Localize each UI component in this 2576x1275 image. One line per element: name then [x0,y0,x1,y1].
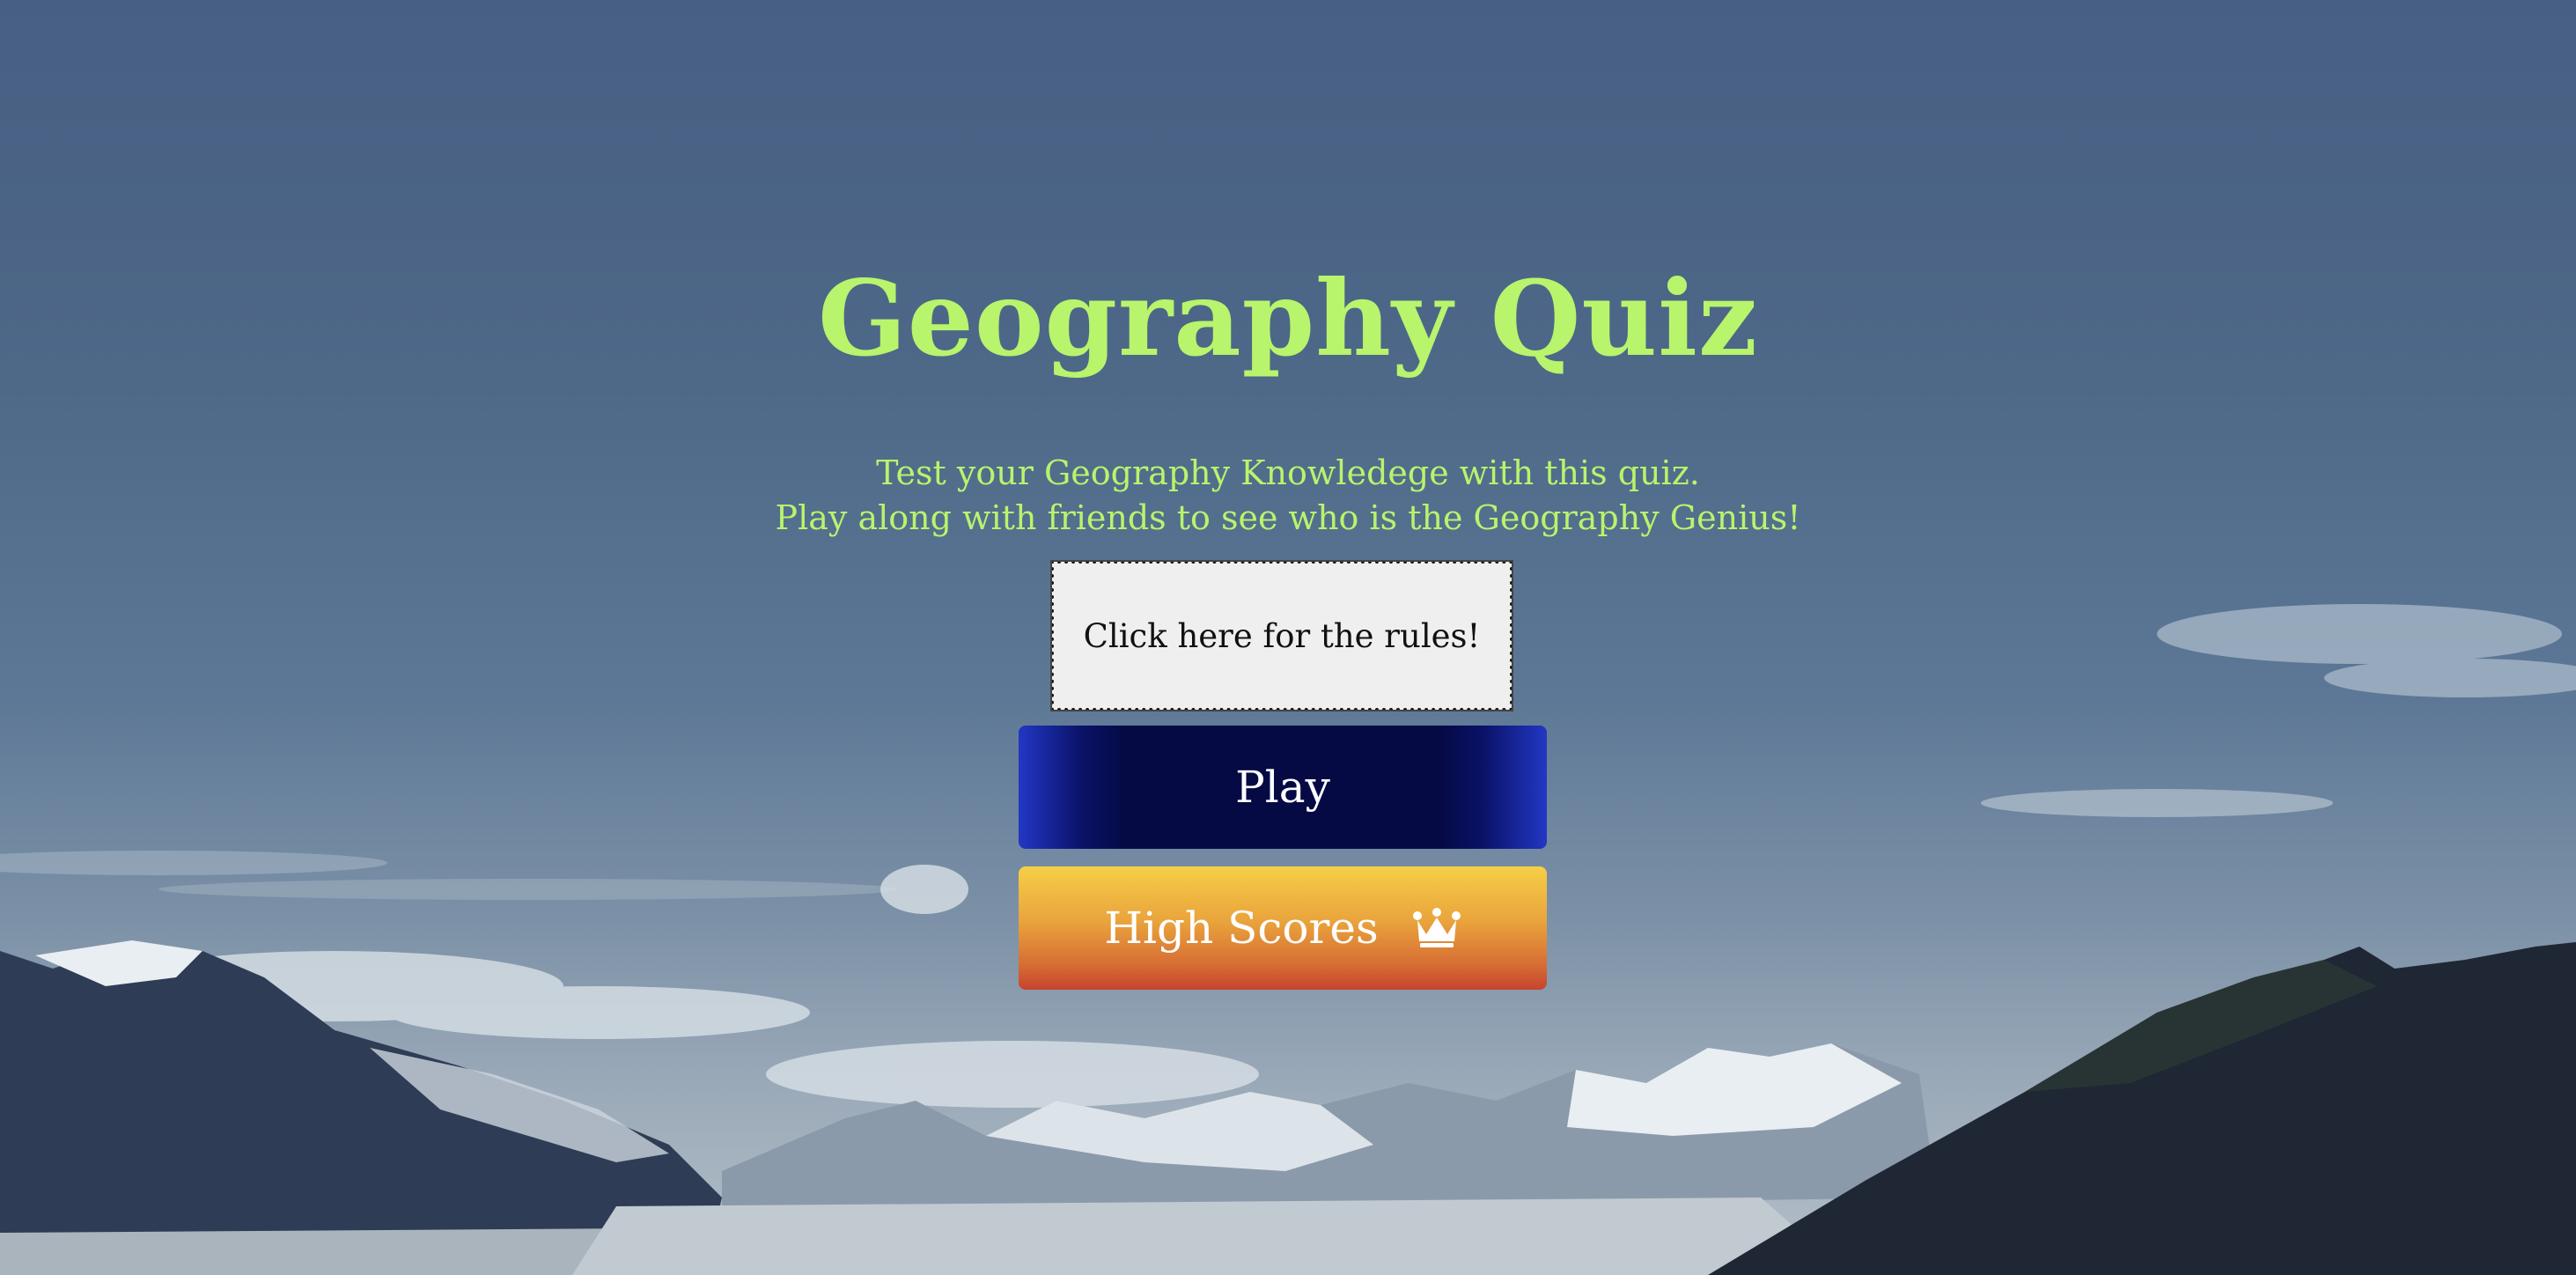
play-button[interactable]: Play [1019,726,1547,849]
crown-icon [1412,908,1461,947]
rules-button[interactable]: Click here for the rules! [1050,560,1513,711]
description-line-2: Play along with friends to see who is th… [775,498,1801,537]
high-scores-button[interactable]: High Scores [1019,866,1547,990]
play-button-label: Play [1235,762,1330,813]
page-title: Geography Quiz [817,257,1759,380]
page-description: Test your Geography Knowledege with this… [0,451,2576,541]
quiz-home-screen: Geography Quiz Test your Geography Knowl… [0,0,2576,1275]
description-line-1: Test your Geography Knowledege with this… [876,453,1700,492]
rules-button-label: Click here for the rules! [1083,616,1481,655]
high-scores-button-label: High Scores [1104,903,1379,954]
